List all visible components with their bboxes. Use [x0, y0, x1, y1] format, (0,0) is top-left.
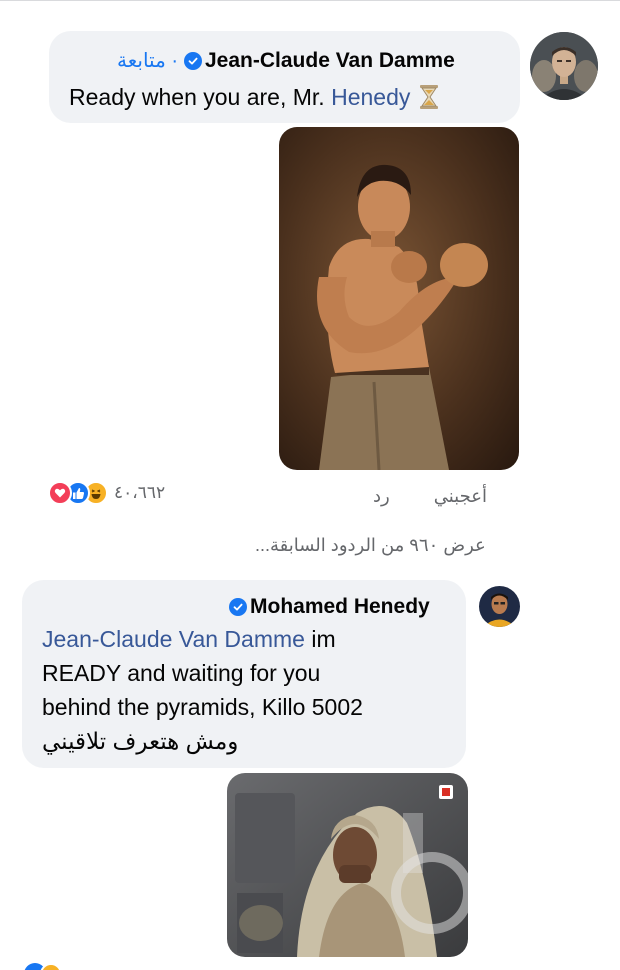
henedy-photo[interactable] [227, 773, 468, 957]
author-name-jcvd[interactable]: Jean-Claude Van Damme [205, 49, 455, 73]
view-previous-replies[interactable]: عرض ٩٦٠ من الردود السابقة... [255, 535, 486, 556]
comment-text-prefix: Ready when you are, Mr. [69, 84, 332, 110]
comment-line-1-rest: im [304, 626, 336, 652]
love-icon [48, 481, 72, 505]
like-action[interactable]: أعجبني [434, 486, 487, 506]
mention-henedy[interactable]: Henedy [331, 80, 410, 114]
comment-line-4: ومش هتعرف تلاقيني [42, 724, 452, 758]
haha-icon [40, 963, 62, 970]
jcvd-photo[interactable] [279, 127, 519, 470]
author-name-henedy[interactable]: Mohamed Henedy [250, 595, 430, 619]
comment-text-jcvd: Ready when you are, Mr. Henedy [69, 80, 440, 114]
top-divider [0, 0, 620, 1]
comment-header-jcvd: · متابعة Jean-Claude Van Damme [117, 48, 455, 73]
comment-line-4-text: ومش هتعرف تلاقيني [42, 728, 239, 754]
comment-line-2: READY and waiting for you [42, 660, 321, 686]
reply-action[interactable]: رد [373, 486, 390, 506]
verified-badge-icon [229, 598, 247, 616]
reactions-summary-henedy[interactable] [24, 963, 62, 970]
comment-line-3: behind the pyramids, Killo 5002 [42, 694, 363, 720]
jcvd-avatar[interactable] [530, 32, 598, 100]
comment-line-1: Jean-Claude Van Damme im [42, 622, 452, 656]
hourglass-icon [418, 84, 440, 110]
comment-actions-jcvd: أعجبني رد [373, 486, 487, 507]
reaction-count: ٤٠،٦٦٢ [114, 483, 166, 502]
reactions-summary[interactable]: ٤٠،٦٦٢ [48, 481, 165, 505]
follow-link[interactable]: · متابعة [117, 48, 178, 73]
verified-badge-icon [184, 51, 202, 70]
comment-header-henedy: Mohamed Henedy [229, 595, 430, 619]
comment-text-henedy: Jean-Claude Van Damme im READY and waiti… [42, 622, 452, 758]
henedy-avatar[interactable] [479, 586, 520, 627]
mention-jcvd[interactable]: Jean-Claude Van Damme [42, 626, 305, 652]
